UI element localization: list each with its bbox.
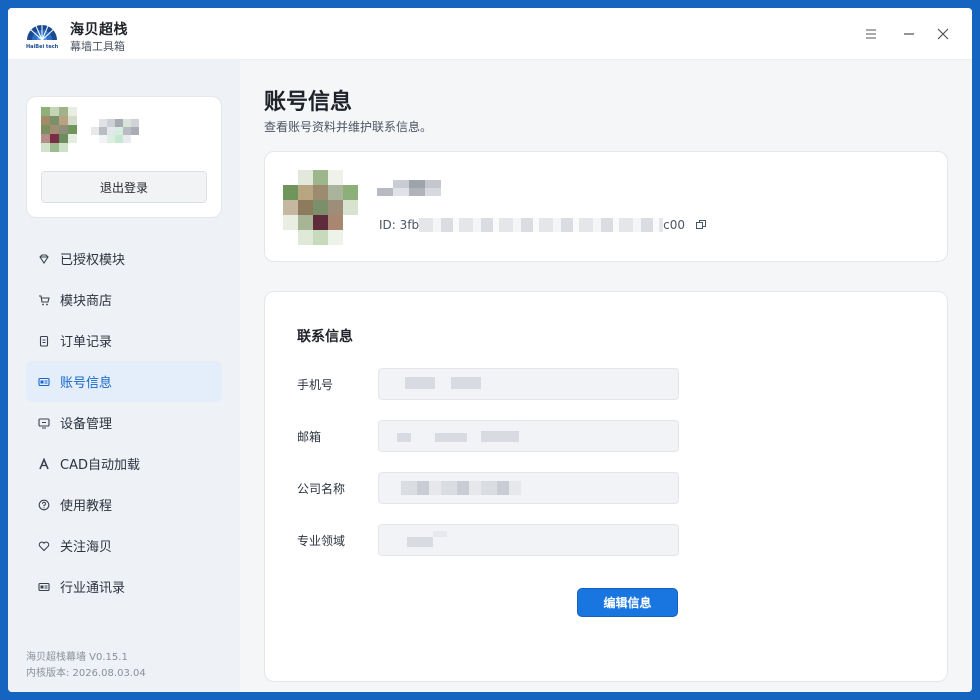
sidebar-item-cad-autoload[interactable]: CAD自动加载 — [26, 443, 222, 484]
diamond-icon — [38, 253, 50, 265]
sidebar-item-account-info[interactable]: 账号信息 — [26, 361, 222, 402]
copy-icon[interactable] — [695, 219, 707, 231]
monitor-icon — [38, 417, 50, 429]
contact-card: 联系信息 手机号 邮箱 公司名称 专业领域 编辑信息 — [264, 291, 948, 682]
sidebar-item-label: 账号信息 — [60, 376, 113, 391]
cart-icon — [38, 294, 50, 306]
phone-field[interactable] — [378, 368, 679, 400]
sidebar-item-label: 模块商店 — [60, 294, 113, 309]
sidebar-item-tutorial[interactable]: 使用教程 — [26, 484, 222, 525]
app-subtitle: 幕墙工具箱 — [70, 40, 125, 53]
help-circle-icon — [38, 499, 50, 511]
haibei-logo-icon: HaiBei tech — [26, 25, 59, 50]
sidebar-item-device-management[interactable]: 设备管理 — [26, 402, 222, 443]
title-bar: HaiBei tech 海贝超栈 幕墙工具箱 — [8, 8, 972, 60]
profile-avatar — [283, 170, 358, 245]
sidebar-item-module-store[interactable]: 模块商店 — [26, 279, 222, 320]
email-label: 邮箱 — [297, 430, 322, 444]
heart-icon — [38, 540, 50, 552]
app-window: HaiBei tech 海贝超栈 幕墙工具箱 退出登录 已授权模块 模块商店 订… — [8, 8, 972, 692]
page-title: 账号信息 — [264, 90, 353, 115]
avatar — [41, 107, 86, 161]
app-version: 海贝超栈幕墙 V0.15.1 — [26, 652, 128, 663]
sidebar-item-label: 已授权模块 — [60, 253, 126, 268]
profile-name-blurred — [377, 180, 441, 196]
page-subtitle: 查看账号资料并维护联系信息。 — [264, 120, 433, 134]
company-field[interactable] — [378, 472, 679, 504]
sidebar-item-label: 订单记录 — [60, 335, 113, 350]
sidebar: 退出登录 已授权模块 模块商店 订单记录 账号信息 设备管理 CAD自动加载 使… — [8, 60, 240, 692]
sidebar-item-authorized-modules[interactable]: 已授权模块 — [26, 238, 222, 279]
account-id-row: ID: 3fb c00 — [379, 218, 707, 232]
minimize-icon — [904, 33, 914, 35]
clipboard-icon — [38, 335, 50, 347]
close-button[interactable] — [931, 22, 955, 46]
user-card: 退出登录 — [26, 96, 222, 218]
company-label: 公司名称 — [297, 482, 346, 496]
minimize-button[interactable] — [897, 22, 921, 46]
version-info: 海贝超栈幕墙 V0.15.1 内核版本: 2026.08.03.04 — [26, 650, 146, 682]
app-name: 海贝超栈 — [70, 22, 128, 38]
profile-card: ID: 3fb c00 — [264, 151, 948, 262]
contact-section-title: 联系信息 — [297, 329, 353, 345]
email-field[interactable] — [378, 420, 679, 452]
logo-text: HaiBei tech — [26, 44, 59, 50]
sidebar-item-label: 使用教程 — [60, 499, 113, 514]
menu-icon — [866, 29, 876, 39]
sidebar-item-label: 设备管理 — [60, 417, 113, 432]
cad-a-icon — [38, 457, 50, 470]
main-content: 账号信息 查看账号资料并维护联系信息。 ID: 3fb c00 联系信息 手机号… — [240, 60, 972, 692]
sidebar-item-label: 行业通讯录 — [60, 581, 126, 596]
id-card-icon — [38, 376, 50, 388]
menu-button[interactable] — [859, 22, 883, 46]
kernel-version: 内核版本: 2026.08.03.04 — [26, 668, 146, 679]
account-id-masked — [419, 218, 664, 232]
account-id-suffix: c00 — [663, 218, 685, 232]
account-id-prefix: ID: 3fb — [379, 218, 420, 232]
sidebar-item-industry-directory[interactable]: 行业通讯录 — [26, 566, 222, 607]
sidebar-item-label: 关注海贝 — [60, 540, 113, 555]
phone-label: 手机号 — [297, 378, 334, 392]
edit-info-button[interactable]: 编辑信息 — [577, 588, 678, 617]
specialty-label: 专业领域 — [297, 534, 346, 548]
sidebar-nav: 已授权模块 模块商店 订单记录 账号信息 设备管理 CAD自动加载 使用教程 关… — [26, 238, 222, 607]
sidebar-item-follow-haibei[interactable]: 关注海贝 — [26, 525, 222, 566]
address-book-icon — [38, 581, 50, 593]
sidebar-item-label: CAD自动加载 — [60, 458, 140, 473]
logout-button[interactable]: 退出登录 — [41, 171, 207, 203]
sidebar-item-order-history[interactable]: 订单记录 — [26, 320, 222, 361]
specialty-field[interactable] — [378, 524, 679, 556]
username-blurred — [91, 119, 139, 143]
close-icon — [937, 28, 949, 40]
